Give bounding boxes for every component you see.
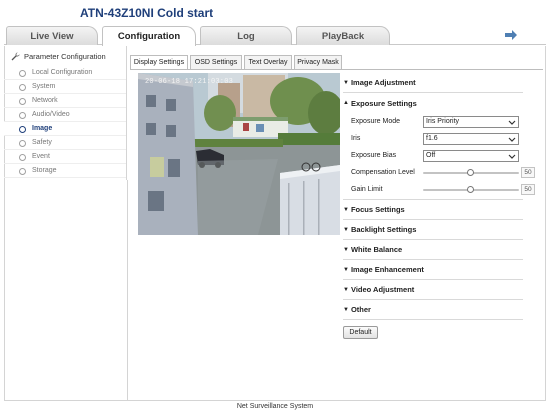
- gain-limit-label: Gain Limit: [351, 186, 383, 193]
- content-border-right: [545, 46, 546, 401]
- camera-scene: [138, 73, 340, 235]
- exposure-bias-row: Exposure Bias Off: [343, 147, 523, 164]
- section-image-enhancement[interactable]: ▼ Image Enhancement: [343, 260, 523, 280]
- iris-label: Iris: [351, 135, 361, 142]
- tab-playback[interactable]: PlayBack: [296, 26, 390, 45]
- section-backlight-settings[interactable]: ▼ Backlight Settings: [343, 220, 523, 240]
- exposure-bias-select[interactable]: Off: [423, 149, 519, 162]
- compensation-level-label: Compensation Level: [351, 169, 415, 176]
- app-window: ATN-43Z10NI Cold start Live View Configu…: [0, 0, 550, 419]
- sidebar: Parameter Configuration Local Configurat…: [4, 46, 127, 180]
- gain-limit-slider[interactable]: 50: [423, 183, 535, 196]
- compensation-level-slider[interactable]: 50: [423, 166, 535, 179]
- iris-select[interactable]: f1.6: [423, 132, 519, 145]
- section-exposure-settings-label: Exposure Settings: [350, 98, 417, 108]
- section-white-balance[interactable]: ▼ White Balance: [343, 240, 523, 260]
- iris-row: Iris f1.6: [343, 130, 523, 147]
- iris-value: f1.6: [426, 135, 438, 142]
- exposure-mode-label: Exposure Mode: [351, 118, 401, 125]
- section-focus-settings[interactable]: ▼ Focus Settings: [343, 200, 523, 220]
- section-focus-settings-label: Focus Settings: [350, 205, 405, 214]
- sidebar-header-label: Parameter Configuration: [24, 51, 106, 61]
- sidebar-header: Parameter Configuration: [4, 46, 126, 66]
- section-other-label: Other: [350, 305, 371, 314]
- exposure-mode-row: Exposure Mode Iris Priority: [343, 113, 523, 130]
- logout-arrow-icon[interactable]: [504, 29, 518, 41]
- expand-arrow-icon: ▲: [343, 100, 349, 106]
- tab-log[interactable]: Log: [200, 26, 292, 45]
- sidebar-item-safety[interactable]: Safety: [4, 136, 126, 150]
- exposure-bias-value: Off: [426, 152, 436, 159]
- sub-tab-underline: [130, 69, 543, 70]
- collapse-arrow-icon: ▼: [343, 226, 349, 233]
- exposure-mode-value: Iris Priority: [426, 118, 460, 125]
- page-title: ATN-43Z10NI Cold start: [80, 6, 214, 20]
- chevron-down-icon: [508, 137, 516, 142]
- exposure-bias-label: Exposure Bias: [351, 152, 397, 159]
- tab-live-view[interactable]: Live View: [6, 26, 98, 45]
- section-backlight-settings-label: Backlight Settings: [350, 225, 417, 234]
- sidebar-item-network[interactable]: Network: [4, 94, 126, 108]
- tab-text-overlay[interactable]: Text Overlay: [244, 55, 292, 69]
- section-other[interactable]: ▼ Other: [343, 300, 523, 320]
- collapse-arrow-icon: ▼: [343, 266, 349, 273]
- sidebar-item-event[interactable]: Event: [4, 150, 126, 164]
- collapse-arrow-icon: ▼: [343, 79, 349, 86]
- collapse-arrow-icon: ▼: [343, 246, 349, 253]
- exposure-mode-select[interactable]: Iris Priority: [423, 115, 519, 128]
- footer-text: Net Surveillance System: [236, 403, 314, 410]
- section-video-adjustment-label: Video Adjustment: [350, 285, 415, 294]
- section-white-balance-label: White Balance: [350, 245, 403, 254]
- default-button[interactable]: Default: [343, 326, 378, 339]
- slider-thumb[interactable]: [467, 185, 474, 193]
- sidebar-item-local-configuration[interactable]: Local Configuration: [4, 66, 126, 80]
- tab-privacy-mask[interactable]: Privacy Mask: [294, 55, 342, 69]
- collapse-arrow-icon: ▼: [343, 206, 349, 213]
- gain-limit-value: 50: [521, 183, 535, 195]
- sidebar-item-storage[interactable]: Storage: [4, 164, 126, 178]
- chevron-down-icon: [508, 120, 516, 125]
- tab-osd-settings[interactable]: OSD Settings: [190, 55, 242, 69]
- sidebar-divider: [127, 180, 128, 401]
- chevron-down-icon: [508, 154, 516, 159]
- osd-timestamp: 20-06-18 17:21:03:03: [145, 78, 234, 86]
- sidebar-item-audio-video[interactable]: Audio/Video: [4, 108, 126, 122]
- sidebar-item-system[interactable]: System: [4, 80, 126, 94]
- compensation-level-row: Compensation Level 50: [343, 164, 535, 181]
- section-image-adjustment[interactable]: ▼ Image Adjustment: [343, 73, 523, 93]
- wrench-icon: [11, 51, 20, 60]
- compensation-level-value: 50: [521, 166, 535, 178]
- sidebar-item-image[interactable]: Image: [4, 122, 126, 136]
- collapse-arrow-icon: ▼: [343, 306, 349, 313]
- exposure-settings-body: Exposure Mode Iris Priority Iris f1.6 Ex…: [343, 113, 535, 200]
- image-settings-panel: ▼ Image Adjustment ▲ Exposure Settings E…: [343, 73, 535, 339]
- gain-limit-row: Gain Limit 50: [343, 181, 535, 198]
- tab-display-settings[interactable]: Display Settings: [130, 55, 188, 69]
- section-exposure-settings[interactable]: ▲ Exposure Settings: [343, 93, 523, 113]
- content-border-bottom: [4, 400, 546, 401]
- live-video-preview[interactable]: 20-06-18 17:21:03:03: [138, 73, 340, 235]
- tab-configuration[interactable]: Configuration: [102, 26, 196, 46]
- section-image-adjustment-label: Image Adjustment: [350, 78, 416, 87]
- collapse-arrow-icon: ▼: [343, 286, 349, 293]
- section-image-enhancement-label: Image Enhancement: [350, 265, 424, 274]
- slider-thumb[interactable]: [467, 168, 474, 176]
- main-tab-bar: Live View Configuration Log PlayBack: [4, 26, 546, 46]
- section-video-adjustment[interactable]: ▼ Video Adjustment: [343, 280, 523, 300]
